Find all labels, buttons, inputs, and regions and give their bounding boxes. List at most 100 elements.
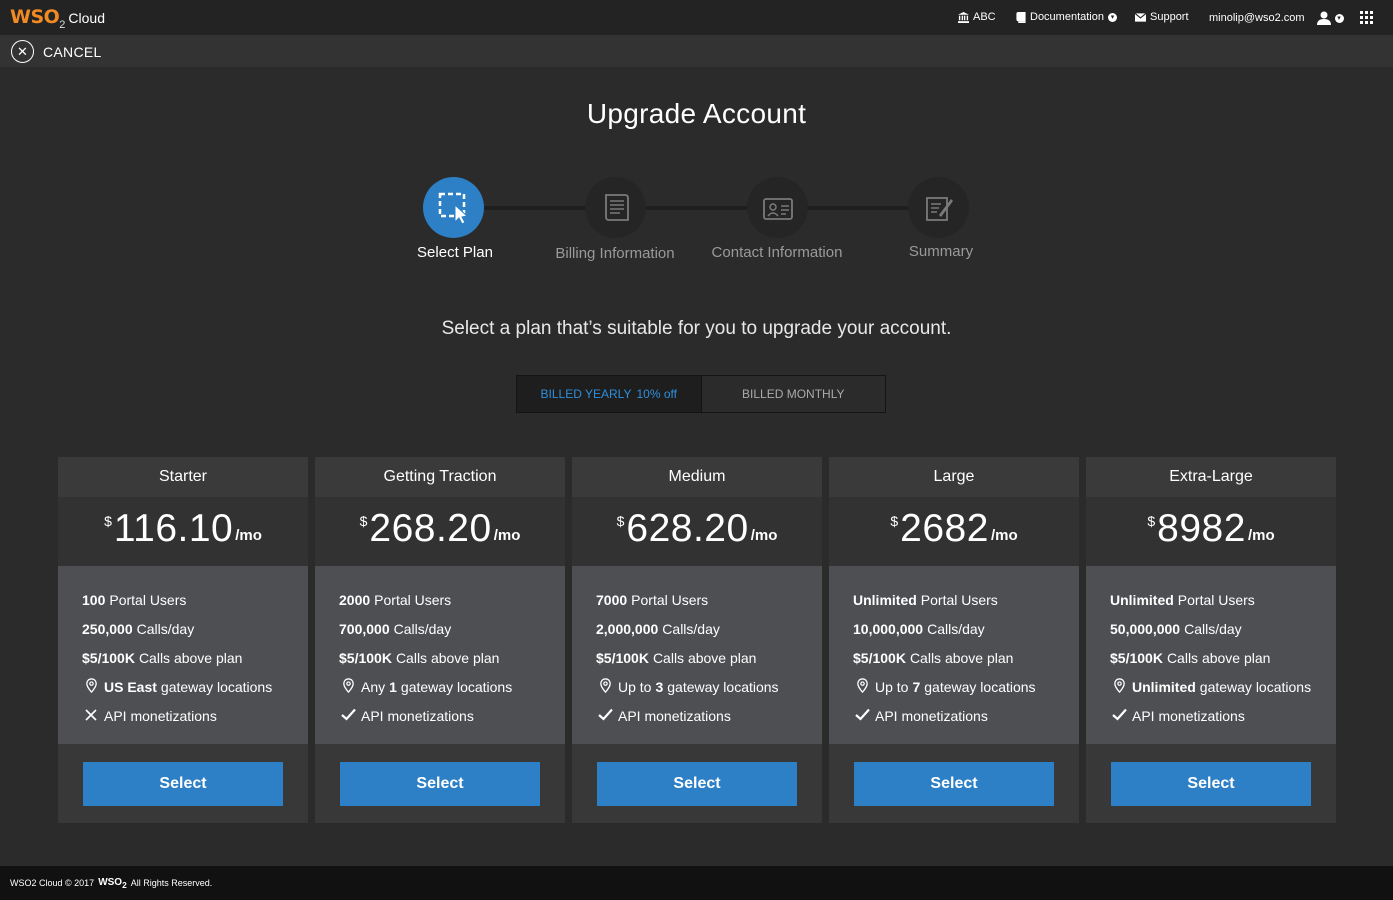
plan-name: Extra-Large <box>1086 457 1336 497</box>
step-label-select-plan: Select Plan <box>417 244 493 261</box>
plan-price: $268.20/mo <box>315 497 565 566</box>
billed-yearly-option[interactable]: BILLED YEARLY 10% off <box>517 376 702 412</box>
price-currency: $ <box>104 513 112 529</box>
footer-copyright: WSO2 Cloud © 2017 <box>10 878 95 888</box>
feature-calls-per-day: 50,000,000 Calls/day <box>1110 620 1242 637</box>
feature-calls-per-day: 700,000 Calls/day <box>339 620 452 637</box>
wso2-cloud-logo[interactable]: WSO 2 Cloud <box>10 6 106 31</box>
footer-rights: All Rights Reserved. <box>130 878 213 888</box>
feature-monetization: API monetizations <box>596 701 822 730</box>
billing-period-toggle: BILLED YEARLY 10% off BILLED MONTHLY <box>516 375 886 413</box>
logo-brand: WSO <box>10 6 60 28</box>
feature-portal-users: 7000 Portal Users <box>596 591 709 608</box>
feature-calls-per-day: 250,000 Calls/day <box>82 620 195 637</box>
plan-card: Large $2682/mo Unlimited Portal Users 10,000… <box>829 457 1079 823</box>
price-amount: 2682 <box>900 507 989 550</box>
footer-logo: WSO2 <box>98 876 127 890</box>
select-plan-button[interactable]: Select <box>340 761 540 806</box>
plan-footer: Select <box>572 744 822 823</box>
feature-portal-users: 2000 Portal Users <box>339 591 452 608</box>
feature-monetization: API monetizations <box>1110 701 1336 730</box>
select-plan-button[interactable]: Select <box>597 761 797 806</box>
support-label: Support <box>1150 11 1189 23</box>
check-icon <box>1110 708 1128 724</box>
billed-monthly-option[interactable]: BILLED MONTHLY <box>701 376 885 412</box>
feature-gateway-locations: Up to 7 gateway locations <box>853 672 1079 701</box>
plan-price: $116.10/mo <box>58 497 308 566</box>
chevron-down-icon: ▾ <box>1108 12 1117 22</box>
select-plan-button[interactable]: Select <box>1111 761 1311 806</box>
price-period: /mo <box>990 527 1018 544</box>
feature-gateway-locations: Up to 3 gateway locations <box>596 672 822 701</box>
org-menu[interactable]: ABC <box>958 11 996 23</box>
gateway-prefix: Up to <box>618 678 652 695</box>
feature-portal-users: 100 Portal Users <box>82 591 187 608</box>
plan-features: Unlimited Portal Users 10,000,000 Calls/day… <box>829 566 1079 744</box>
user-icon <box>1316 11 1331 25</box>
close-icon: ✕ <box>11 40 34 63</box>
select-plan-button[interactable]: Select <box>83 761 283 806</box>
step-billing[interactable] <box>585 177 646 238</box>
cancel-bar: ✕ CANCEL <box>0 35 1393 67</box>
feature-overage: $5/100K Calls above plan <box>853 649 1014 666</box>
plan-price: $2682/mo <box>829 497 1079 566</box>
map-pin-icon <box>339 677 357 696</box>
map-pin-icon <box>596 677 614 696</box>
cancel-button[interactable]: ✕ CANCEL <box>11 40 102 63</box>
app-launcher-icon[interactable] <box>1352 0 1380 35</box>
feature-portal-users: Unlimited Portal Users <box>1110 591 1255 608</box>
price-currency: $ <box>616 513 625 529</box>
price-currency: $ <box>1147 513 1156 529</box>
documentation-menu[interactable]: Documentation ▾ <box>1016 11 1117 23</box>
summary-icon <box>925 196 953 221</box>
select-plan-button[interactable]: Select <box>854 761 1054 806</box>
page-title: Upgrade Account <box>586 98 807 129</box>
page-subtitle: Select a plan that’s suitable for you to… <box>441 318 952 339</box>
logo-product: Cloud <box>68 10 106 26</box>
feature-portal-users: Unlimited Portal Users <box>853 591 998 608</box>
plan-features: Unlimited Portal Users 50,000,000 Calls/day… <box>1086 566 1336 744</box>
chevron-down-icon: ▾ <box>1334 13 1344 23</box>
step-select-plan[interactable] <box>423 177 484 238</box>
check-icon <box>596 708 614 724</box>
user-email: minolip@wso2.com <box>1209 12 1305 24</box>
plan-card: Starter $116.10/mo 100 Portal Users 250,000 C… <box>58 457 308 823</box>
plan-footer: Select <box>58 744 308 823</box>
price-amount: 628.20 <box>626 507 749 550</box>
gateway-prefix: Any <box>361 678 386 695</box>
yearly-discount: 10% off <box>636 387 677 401</box>
price-period: /mo <box>750 527 778 544</box>
bank-icon <box>958 11 969 23</box>
feature-gateway-locations: Any 1 gateway locations <box>339 672 565 701</box>
step-label-contact: Contact Information <box>711 244 843 261</box>
plan-name: Starter <box>58 457 308 497</box>
plan-footer: Select <box>1086 744 1336 823</box>
plan-footer: Select <box>829 744 1079 823</box>
feature-overage: $5/100K Calls above plan <box>339 649 500 666</box>
documentation-label: Documentation <box>1030 11 1104 23</box>
step-label-billing: Billing Information <box>555 245 675 262</box>
plan-card: Extra-Large $8982/mo Unlimited Portal Users… <box>1086 457 1336 823</box>
map-pin-icon <box>1110 677 1128 696</box>
footer: WSO2 Cloud © 2017 WSO2 All Rights Reserv… <box>0 866 1393 900</box>
select-plan-icon <box>438 192 468 225</box>
plan-features: 2000 Portal Users 700,000 Calls/day $5/100K C… <box>315 566 565 744</box>
steps-connector <box>455 206 941 210</box>
step-contact[interactable] <box>747 177 808 238</box>
top-navbar: WSO 2 Cloud ABC Documentation ▾ Support … <box>0 0 1393 35</box>
plan-name: Large <box>829 457 1079 497</box>
price-period: /mo <box>493 527 521 544</box>
plan-features: 7000 Portal Users 2,000,000 Calls/day $5/100… <box>572 566 822 744</box>
plan-footer: Select <box>315 744 565 823</box>
map-pin-icon <box>82 677 100 696</box>
user-menu[interactable]: minolip@wso2.com ▾ <box>1209 11 1344 25</box>
gateway-prefix: Up to <box>875 678 909 695</box>
cancel-label: CANCEL <box>43 43 102 60</box>
step-summary[interactable] <box>908 177 969 238</box>
envelope-icon <box>1135 12 1146 22</box>
price-currency: $ <box>359 513 368 529</box>
support-link[interactable]: Support <box>1135 11 1189 23</box>
plan-name: Medium <box>572 457 822 497</box>
check-icon <box>853 708 871 724</box>
book-icon <box>1016 11 1026 23</box>
